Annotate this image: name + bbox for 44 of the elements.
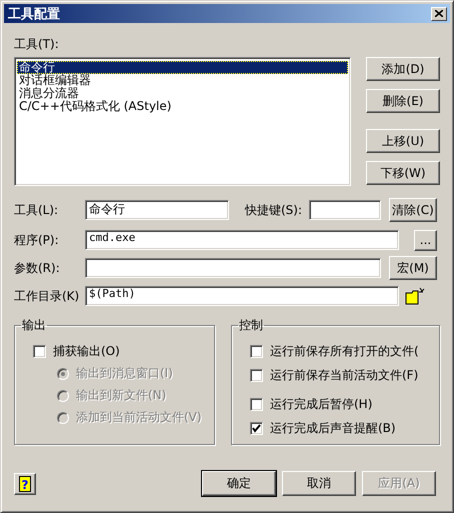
field-label: 工作目录(K) xyxy=(14,288,80,304)
browse-button[interactable]: ... xyxy=(414,230,437,250)
window-title: 工具配置 xyxy=(8,6,60,22)
list-action-button[interactable]: 添加(D) xyxy=(366,57,440,81)
list-action-button[interactable]: 删除(E) xyxy=(366,89,440,113)
list-item[interactable]: 命令行 xyxy=(17,61,348,74)
checkbox[interactable] xyxy=(250,369,263,382)
checkbox[interactable] xyxy=(250,345,263,358)
checkbox[interactable] xyxy=(250,422,263,435)
field-label: 参数(R): xyxy=(14,260,61,276)
group-title: 输出 xyxy=(21,317,47,334)
group-title: 控制 xyxy=(238,317,264,334)
checkbox-label: 运行完成后声音提醒(B) xyxy=(270,420,396,437)
field-label: 程序(P): xyxy=(14,232,60,248)
program-field[interactable]: cmd.exe xyxy=(85,230,399,250)
checkbox-label: 运行前保存所有打开的文件( xyxy=(270,343,419,360)
folder-icon[interactable] xyxy=(405,287,425,305)
arguments-field[interactable] xyxy=(85,258,381,278)
radio-label: 输出到新文件(N) xyxy=(76,387,166,404)
list-item[interactable]: 对话框编辑器 xyxy=(17,74,348,87)
close-icon xyxy=(435,10,443,17)
list-item[interactable]: C/C++代码格式化 (AStyle) xyxy=(17,100,348,113)
radio-label: 添加到当前活动文件(V) xyxy=(76,409,202,426)
close-button[interactable] xyxy=(431,6,447,20)
dialog-button[interactable]: 确定 xyxy=(202,471,276,496)
field-label: 快捷键(S): xyxy=(245,202,304,218)
help-button[interactable]: ? xyxy=(14,472,36,494)
tool-name-field[interactable]: 命令行 xyxy=(85,200,229,220)
checkbox[interactable] xyxy=(250,398,263,411)
list-action-button[interactable]: 上移(U) xyxy=(366,129,440,153)
field-label: 工具(L): xyxy=(14,202,60,218)
dialog-button[interactable]: 取消 xyxy=(282,471,356,496)
list-action-button[interactable]: 下移(W) xyxy=(366,161,440,185)
radio-label: 输出到消息窗口(I) xyxy=(76,365,173,382)
checkbox-label: 运行前保存当前活动文件(F) xyxy=(270,367,418,384)
checkbox[interactable] xyxy=(33,345,46,358)
checkbox-label: 运行完成后暂停(H) xyxy=(270,396,372,413)
shortcut-field[interactable] xyxy=(309,200,381,220)
macro-button[interactable]: 宏(M) xyxy=(389,256,437,280)
directory-field[interactable]: $(Path) xyxy=(85,286,399,306)
list-item[interactable]: 消息分流器 xyxy=(17,87,348,100)
checkbox-label: 捕获输出(O) xyxy=(53,343,120,360)
clear-button[interactable]: 清除(C) xyxy=(389,198,437,222)
tools-label: 工具(T): xyxy=(14,36,60,51)
